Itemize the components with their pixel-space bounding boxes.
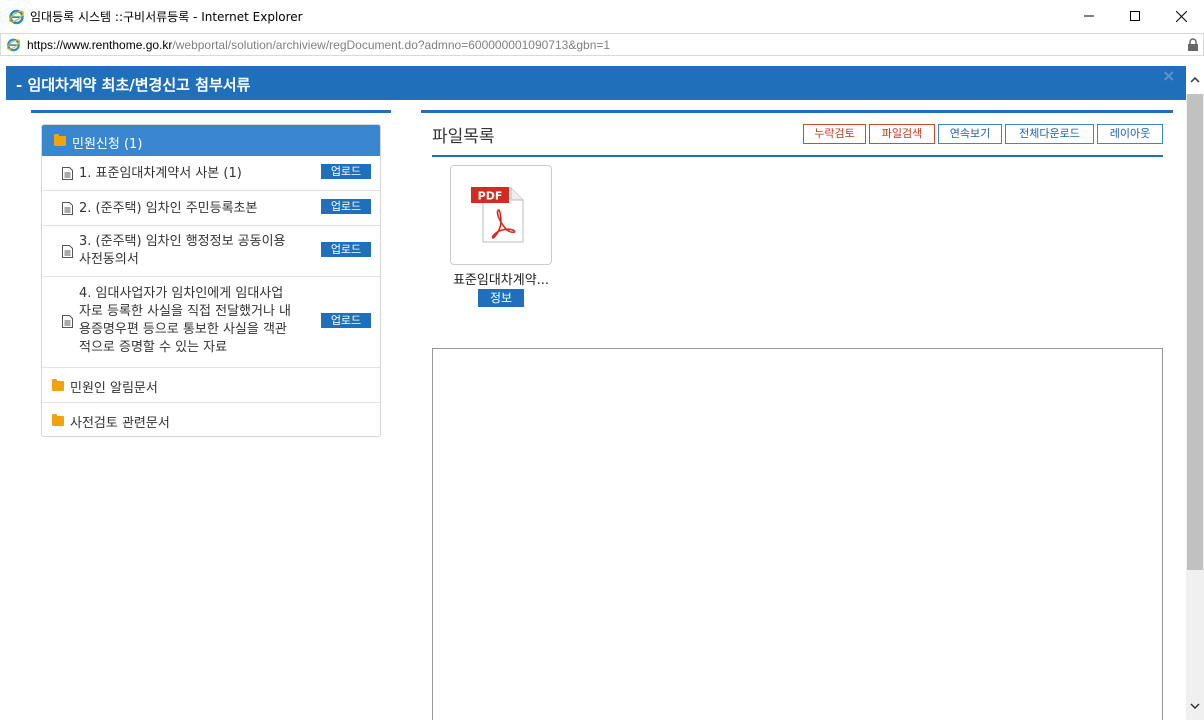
tree-item-label-line: 사전동의서 bbox=[79, 252, 139, 267]
file-name[interactable]: 표준임대차계약... bbox=[446, 269, 556, 288]
folder-icon bbox=[54, 134, 66, 146]
tree-item-label-line: 4. 임대사업자가 임차인에게 임대사업 bbox=[79, 286, 284, 301]
tree-item-label-line: 용증명우편 등으로 통보한 사실을 객관 bbox=[79, 322, 287, 337]
upload-button[interactable]: 업로드 bbox=[321, 242, 371, 257]
upload-button[interactable]: 업로드 bbox=[321, 313, 371, 328]
window-title: 임대등록 시스템 ::구비서류등록 - Internet Explorer bbox=[30, 10, 303, 24]
document-icon bbox=[62, 315, 73, 328]
tree-root-label: 민원신청 (1) bbox=[72, 137, 143, 152]
tree-item-3[interactable]: 3. (준주택) 임차인 행정정보 공동이용 사전동의서 업로드 bbox=[42, 226, 380, 277]
download-all-button[interactable]: 전체다운로드 bbox=[1005, 124, 1094, 144]
lock-icon[interactable] bbox=[1187, 38, 1199, 52]
popup-close-button[interactable]: × bbox=[1162, 66, 1175, 85]
tree-item-label-line: 적으로 증명할 수 있는 자료 bbox=[79, 340, 228, 355]
pdf-file-icon: PDF bbox=[471, 187, 524, 243]
tree-item-label: 1. 표준임대차계약서 사본 (1) bbox=[79, 166, 242, 181]
internet-explorer-icon bbox=[9, 9, 24, 25]
continuous-view-button[interactable]: 연속보기 bbox=[938, 124, 1002, 144]
tree-item-label-line: 3. (준주택) 임차인 행정정보 공동이용 bbox=[79, 234, 286, 249]
upload-button[interactable]: 업로드 bbox=[321, 199, 371, 214]
maximize-icon bbox=[1130, 11, 1140, 21]
close-window-button[interactable] bbox=[1158, 0, 1204, 32]
scroll-down-button[interactable] bbox=[1186, 692, 1204, 720]
file-thumbnail[interactable]: PDF bbox=[450, 165, 552, 265]
file-info-button[interactable]: 정보 bbox=[478, 289, 524, 307]
minimize-button[interactable] bbox=[1066, 0, 1112, 32]
tree-folder-label: 사전검토 관련문서 bbox=[70, 416, 170, 431]
tree-item-label-line: 자로 등록한 사실을 직접 전달했거나 내 bbox=[79, 304, 292, 319]
document-icon bbox=[62, 167, 73, 180]
layout-button[interactable]: 레이아웃 bbox=[1097, 124, 1163, 144]
tree-item-2[interactable]: 2. (준주택) 임차인 주민등록초본 업로드 bbox=[42, 191, 380, 226]
tree-root-civil-request[interactable]: 민원신청 (1) bbox=[42, 125, 380, 156]
document-tree: 민원신청 (1) 1. 표준임대차계약서 사본 (1) 업로드 2. (준주택)… bbox=[41, 124, 381, 437]
svg-text:PDF: PDF bbox=[478, 190, 503, 203]
minimize-icon bbox=[1084, 15, 1094, 17]
missing-review-button[interactable]: 누락검토 bbox=[803, 124, 866, 144]
chevron-up-icon bbox=[1190, 77, 1200, 83]
internet-explorer-icon bbox=[6, 38, 21, 52]
close-icon bbox=[1175, 10, 1187, 22]
file-list-divider bbox=[432, 155, 1163, 157]
tree-item-4[interactable]: 4. 임대사업자가 임차인에게 임대사업 자로 등록한 사실을 직접 전달했거나… bbox=[42, 277, 380, 368]
file-search-button[interactable]: 파일검색 bbox=[869, 124, 935, 144]
vertical-scrollbar[interactable] bbox=[1186, 66, 1204, 720]
scroll-up-button[interactable] bbox=[1186, 66, 1204, 94]
right-panel-divider bbox=[421, 110, 1173, 113]
popup-title: - 임대차계약 최초/변경신고 첨부서류 bbox=[16, 76, 251, 94]
url-text[interactable]: https://www.renthome.go.kr/webportal/sol… bbox=[27, 38, 610, 52]
document-icon bbox=[62, 245, 73, 258]
scroll-thumb[interactable] bbox=[1187, 94, 1203, 570]
popup-header: - 임대차계약 최초/변경신고 첨부서류 × bbox=[6, 66, 1186, 100]
window-titlebar: 임대등록 시스템 ::구비서류등록 - Internet Explorer bbox=[0, 0, 1204, 32]
document-icon bbox=[62, 202, 73, 215]
chevron-down-icon bbox=[1190, 703, 1200, 709]
tree-folder-notice-docs[interactable]: 민원인 알림문서 bbox=[42, 368, 380, 403]
left-panel-divider bbox=[31, 110, 391, 113]
maximize-button[interactable] bbox=[1112, 0, 1158, 32]
upload-button[interactable]: 업로드 bbox=[321, 164, 371, 179]
file-list-title: 파일목록 bbox=[432, 127, 495, 147]
folder-icon bbox=[52, 414, 64, 426]
folder-icon bbox=[52, 379, 64, 391]
address-bar[interactable]: https://www.renthome.go.kr/webportal/sol… bbox=[0, 33, 1204, 56]
tree-item-label: 2. (준주택) 임차인 주민등록초본 bbox=[79, 201, 258, 216]
file-preview-area[interactable] bbox=[432, 348, 1163, 720]
tree-item-1[interactable]: 1. 표준임대차계약서 사본 (1) 업로드 bbox=[42, 156, 380, 191]
tree-folder-label: 민원인 알림문서 bbox=[70, 381, 158, 396]
tree-folder-review-docs[interactable]: 사전검토 관련문서 bbox=[42, 403, 380, 438]
